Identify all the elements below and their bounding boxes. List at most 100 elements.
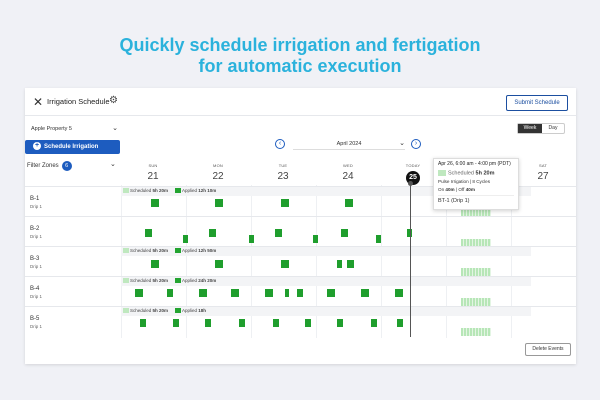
scheduled-swatch — [123, 248, 129, 254]
applied-event[interactable] — [297, 289, 303, 297]
zone-name: B-2 — [30, 226, 40, 232]
applied-event[interactable] — [305, 319, 311, 327]
day-number: 23 — [277, 171, 289, 182]
schedule-irrigation-button[interactable]: + Schedule Irrigation — [25, 140, 120, 154]
next-month-icon[interactable]: › — [411, 139, 421, 149]
filter-chevron-icon[interactable]: ⌄ — [110, 160, 116, 168]
tooltip-zone: BT-1 (Drip 1) — [438, 195, 514, 204]
scheduled-swatch — [438, 170, 446, 176]
applied-event[interactable] — [151, 199, 159, 207]
day-number: 27 — [537, 171, 549, 182]
applied-event[interactable] — [275, 229, 282, 237]
applied-event[interactable] — [347, 260, 354, 268]
applied-event[interactable] — [327, 289, 335, 297]
headline-line-1: Quickly schedule irrigation and fertigat… — [119, 35, 481, 55]
applied-event[interactable] — [215, 260, 223, 268]
scheduled-event[interactable] — [461, 268, 491, 276]
applied-event[interactable] — [231, 289, 239, 297]
applied-event[interactable] — [145, 229, 152, 237]
month-label: April 2024 — [336, 141, 362, 147]
zone-name: B-3 — [30, 256, 40, 262]
applied-event[interactable] — [313, 235, 318, 243]
month-select[interactable]: April 2024 ⌄ — [293, 138, 405, 150]
scheduled-swatch — [123, 278, 129, 284]
headline-line-2: for automatic execution — [198, 56, 402, 76]
current-time-line — [410, 183, 411, 337]
applied-event[interactable] — [265, 289, 273, 297]
day-header: SUN 21 — [121, 163, 185, 182]
applied-event[interactable] — [173, 319, 179, 327]
current-time-dot — [408, 181, 413, 186]
irrigation-app-window: ✕ Irrigation Schedule ⚙ Submit Schedule … — [25, 88, 576, 364]
submit-schedule-button[interactable]: Submit Schedule — [506, 95, 568, 111]
tooltip-cycle: On 40m | Off 40m — [438, 187, 475, 193]
applied-event[interactable] — [345, 199, 353, 207]
filter-zones-label: Filter Zones — [27, 163, 59, 169]
close-icon[interactable]: ✕ — [33, 95, 43, 109]
tooltip-pulse: Pulse Irrigation | 8 Cycles — [438, 179, 491, 185]
day-header: WED 24 — [316, 163, 380, 182]
app-header: ✕ Irrigation Schedule ⚙ Submit Schedule — [25, 88, 576, 116]
filter-zones[interactable]: Filter Zones 6 — [27, 161, 72, 171]
applied-event[interactable] — [167, 289, 173, 297]
applied-event[interactable] — [209, 229, 216, 237]
applied-swatch — [175, 308, 181, 314]
applied-event[interactable] — [376, 235, 381, 243]
plus-icon: + — [33, 142, 41, 151]
applied-event[interactable] — [341, 229, 348, 237]
zone-name: B-4 — [30, 286, 40, 292]
scheduled-swatch — [123, 308, 129, 314]
applied-event[interactable] — [273, 319, 279, 327]
day-header: MON 22 — [186, 163, 250, 182]
applied-event[interactable] — [285, 289, 289, 297]
scheduled-event[interactable] — [461, 328, 491, 336]
prev-month-icon[interactable]: ‹ — [275, 139, 285, 149]
applied-event[interactable] — [281, 199, 289, 207]
day-header: TUE 23 — [251, 163, 315, 182]
app-title: Irrigation Schedule — [47, 97, 110, 106]
chevron-down-icon: ⌄ — [112, 125, 118, 132]
zone-summary: Scheduled 5h 20m Applied 18h — [121, 307, 531, 316]
zone-summary: Scheduled 5h 20m Applied 24h 20m — [121, 277, 531, 286]
applied-event[interactable] — [199, 289, 207, 297]
tooltip-time: Apr 26, 6:00 am - 4:00 pm (PDT) — [438, 161, 511, 167]
applied-event[interactable] — [151, 260, 159, 268]
zone-summary: Scheduled 5h 20m Applied 12h 50m — [121, 247, 531, 256]
day-header: SAT 27 — [511, 163, 575, 182]
applied-event[interactable] — [135, 289, 143, 297]
applied-event[interactable] — [395, 289, 403, 297]
property-select[interactable]: Apple Property 5 ⌄ — [25, 123, 120, 135]
applied-event[interactable] — [239, 319, 245, 327]
day-number: 21 — [147, 171, 159, 182]
scheduled-swatch — [123, 188, 129, 194]
applied-event[interactable] — [337, 260, 342, 268]
zone-sub: Drip 1 — [30, 264, 43, 269]
property-select-value: Apple Property 5 — [31, 126, 72, 132]
applied-swatch — [175, 188, 181, 194]
applied-event[interactable] — [140, 319, 146, 327]
applied-event[interactable] — [205, 319, 211, 327]
day-number: 22 — [212, 171, 224, 182]
applied-event[interactable] — [337, 319, 343, 327]
view-toggle: Week Day — [517, 123, 565, 134]
applied-event[interactable] — [249, 235, 254, 243]
applied-event[interactable] — [397, 319, 403, 327]
zone-sub: Drip 1 — [30, 234, 43, 239]
applied-event[interactable] — [281, 260, 289, 268]
applied-swatch — [175, 248, 181, 254]
delete-events-button[interactable]: Delete Events — [525, 343, 571, 356]
applied-swatch — [175, 278, 181, 284]
applied-event[interactable] — [361, 289, 369, 297]
event-tooltip: Apr 26, 6:00 am - 4:00 pm (PDT) Schedule… — [433, 158, 519, 210]
applied-event[interactable] — [183, 235, 188, 243]
zone-name: B-5 — [30, 316, 40, 322]
view-week-button[interactable]: Week — [518, 124, 542, 133]
zone-row-b2: B-2 Drip 1 — [25, 216, 576, 246]
view-day-button[interactable]: Day — [542, 124, 564, 133]
day-number: 24 — [342, 171, 354, 182]
scheduled-event[interactable] — [461, 298, 491, 306]
gear-icon[interactable]: ⚙ — [109, 95, 118, 106]
applied-event[interactable] — [371, 319, 377, 327]
schedule-irrigation-label: Schedule Irrigation — [44, 144, 99, 150]
applied-event[interactable] — [215, 199, 223, 207]
